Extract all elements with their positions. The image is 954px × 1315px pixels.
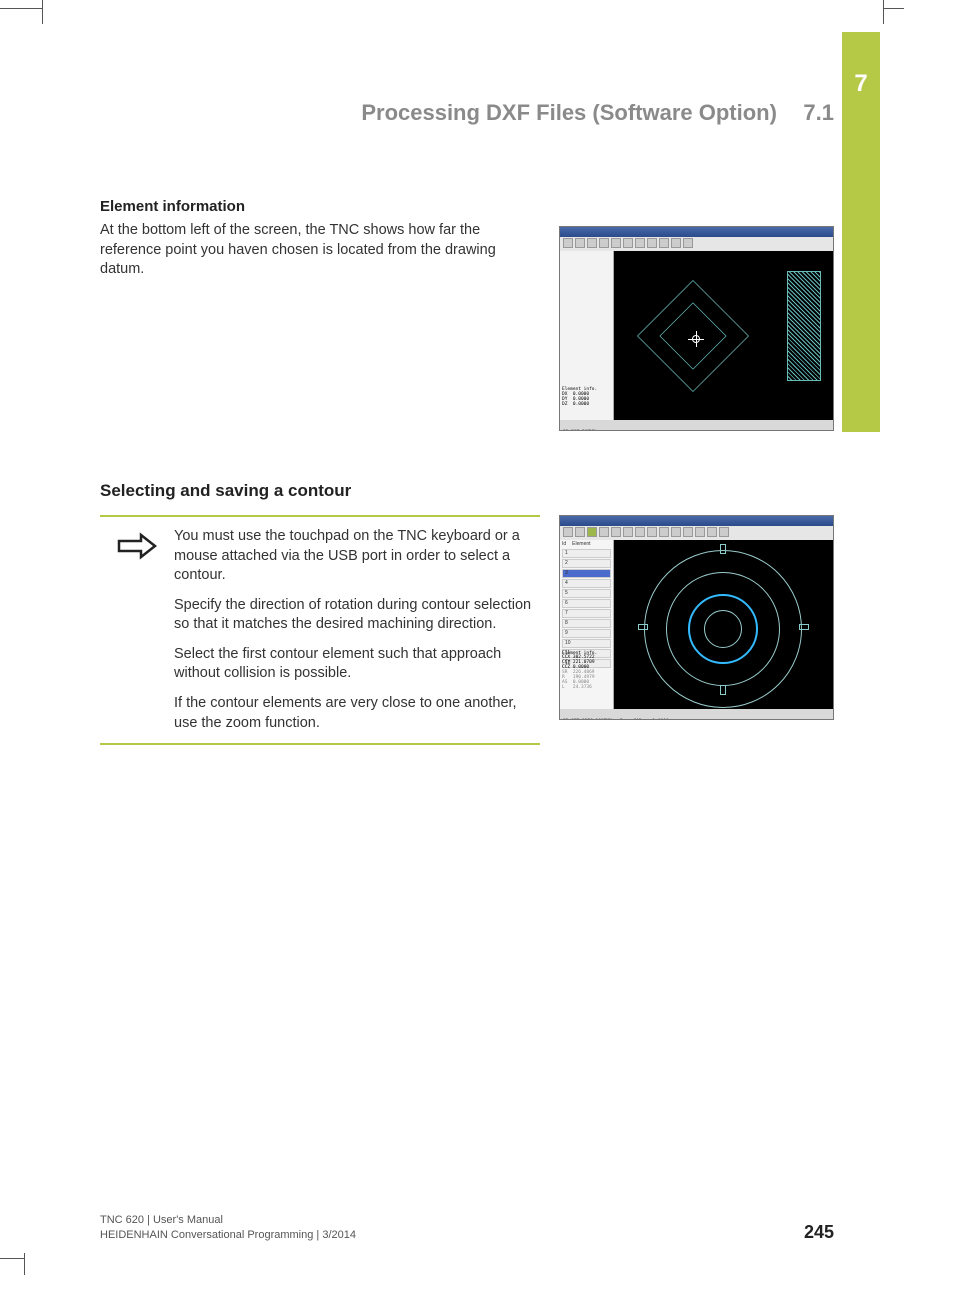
screenshot-dxf-contour: Id Element 123456789101112 Element info.… xyxy=(559,515,834,720)
list-item: 3 xyxy=(562,569,611,578)
subheading-selecting-contour: Selecting and saving a contour xyxy=(100,481,834,501)
crop-mark xyxy=(884,8,904,9)
list-item: 2 xyxy=(562,559,611,568)
paragraph: At the bottom left of the screen, the TN… xyxy=(100,221,520,280)
crop-mark xyxy=(42,0,43,24)
page-footer: TNC 620 | User's Manual HEIDENHAIN Conve… xyxy=(100,1213,834,1243)
footer-line-1: TNC 620 | User's Manual xyxy=(100,1213,356,1228)
crop-mark xyxy=(24,1253,25,1275)
list-item: 9 xyxy=(562,629,611,638)
crop-mark xyxy=(883,0,884,24)
note-paragraph: You must use the touchpad on the TNC key… xyxy=(174,527,534,586)
chapter-number: 7 xyxy=(842,70,880,98)
list-item: 5 xyxy=(562,589,611,598)
crop-mark xyxy=(0,1258,24,1259)
list-item: 1 xyxy=(562,549,611,558)
screenshot-dxf-datum: Element info. DX 0.0000 DY 0.0000 DZ 0.0… xyxy=(559,226,834,431)
arrow-right-icon xyxy=(115,531,159,561)
list-item: 7 xyxy=(562,609,611,618)
list-item: 6 xyxy=(562,599,611,608)
footer-line-2: HEIDENHAIN Conversational Programming | … xyxy=(100,1228,356,1243)
subheading-element-info: Element information xyxy=(100,198,545,215)
note-box: You must use the touchpad on the TNC key… xyxy=(100,515,540,745)
header-section: 7.1 xyxy=(803,100,834,125)
note-paragraph: If the contour elements are very close t… xyxy=(174,694,534,733)
page-header: Processing DXF Files (Software Option) 7… xyxy=(100,100,834,126)
note-paragraph: Select the first contour element such th… xyxy=(174,645,534,684)
header-title: Processing DXF Files (Software Option) xyxy=(361,100,777,125)
list-item: 4 xyxy=(562,579,611,588)
chapter-tab: 7 xyxy=(842,32,880,432)
page-number: 245 xyxy=(804,1222,834,1243)
list-item: 8 xyxy=(562,619,611,628)
note-paragraph: Specify the direction of rotation during… xyxy=(174,596,534,635)
list-item: 10 xyxy=(562,639,611,648)
crop-mark xyxy=(0,8,42,9)
